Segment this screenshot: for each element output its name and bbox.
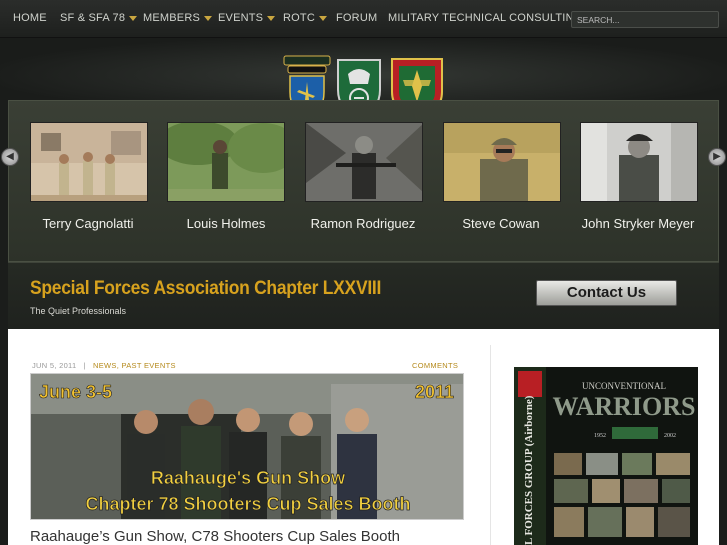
member-photo[interactable]: [167, 122, 285, 202]
chevron-down-icon: [267, 15, 276, 21]
member-photo[interactable]: [30, 122, 148, 202]
content-divider: [490, 345, 491, 545]
member-name[interactable]: John Stryker Meyer: [573, 215, 703, 232]
post-meta: JUN 5, 2011 | NEWS, PAST EVENTS: [32, 361, 176, 370]
nav-item-forum[interactable]: FORUM: [336, 12, 377, 24]
meta-separator: |: [83, 361, 86, 370]
member-photo-image: [444, 123, 560, 201]
ad-side-text: L FORCES GROUP (Airborne): [523, 395, 535, 545]
member-name[interactable]: Ramon Rodriguez: [298, 215, 428, 232]
arrow-right-icon[interactable]: ▶: [708, 148, 726, 166]
chevron-down-icon: [204, 15, 213, 21]
nav-label: SF & SFA 78: [60, 12, 126, 24]
member-photo[interactable]: [443, 122, 561, 202]
site-tagline: The Quiet Professionals: [30, 306, 127, 316]
member-name[interactable]: Louis Holmes: [161, 215, 291, 232]
ad-year-start: 1952: [594, 433, 606, 439]
nav-item-military-technical-consulting[interactable]: MILITARY TECHNICAL CONSULTING: [388, 12, 582, 24]
image-date-right: 2011: [415, 382, 454, 402]
chevron-down-icon: [129, 15, 138, 21]
nav-label: MILITARY TECHNICAL CONSULTING: [388, 12, 583, 24]
member-name[interactable]: Terry Cagnolatti: [23, 215, 153, 232]
nav-label: MEMBERS: [143, 12, 201, 24]
nav-item-sf-sfa78[interactable]: SF & SFA 78: [60, 12, 138, 24]
member-photo-image: [581, 123, 697, 201]
nav-label: FORUM: [336, 12, 378, 24]
unconventional-warriors-ad[interactable]: L FORCES GROUP (Airborne) UNCONVENTIONAL…: [514, 367, 698, 545]
post-featured-image[interactable]: June 3-5 2011 Raahauge's Gun Show Chapte…: [30, 373, 464, 520]
post-date: JUN 5, 2011: [32, 361, 77, 370]
comments-link[interactable]: COMMENTS: [412, 361, 458, 370]
search-input[interactable]: [571, 11, 719, 28]
post-title[interactable]: Raahauge’s Gun Show, C78 Shooters Cup Sa…: [30, 528, 400, 545]
member-name[interactable]: Steve Cowan: [436, 215, 566, 232]
member-photo-image: [168, 123, 284, 201]
ad-year-end: 2002: [664, 433, 676, 439]
site-title[interactable]: Special Forces Association Chapter LXXVI…: [30, 278, 381, 300]
nav-item-home[interactable]: HOME: [13, 12, 47, 24]
nav-item-events[interactable]: EVENTS: [218, 12, 276, 24]
image-caption-line2: Chapter 78 Shooters Cup Sales Booth: [85, 494, 410, 514]
member-photo-image: [306, 123, 422, 201]
member-photo[interactable]: [305, 122, 423, 202]
nav-label: EVENTS: [218, 12, 264, 24]
ad-heading-big: WARRIORS: [552, 392, 695, 421]
post-categories[interactable]: NEWS, PAST EVENTS: [93, 361, 176, 370]
contact-us-button[interactable]: Contact Us: [536, 280, 677, 306]
top-navigation: HOME SF & SFA 78 MEMBERS EVENTS ROTC FOR…: [0, 0, 727, 38]
image-date-left: June 3-5: [39, 382, 112, 402]
arrow-left-icon[interactable]: ◀: [1, 148, 19, 166]
gun-show-photo: June 3-5 2011 Raahauge's Gun Show Chapte…: [31, 374, 463, 519]
chevron-down-icon: [318, 15, 327, 21]
nav-label: ROTC: [283, 12, 315, 24]
nav-label: HOME: [13, 12, 47, 24]
ad-heading-small: UNCONVENTIONAL: [582, 381, 666, 391]
member-photo[interactable]: [580, 122, 698, 202]
image-caption-line1: Raahauge's Gun Show: [151, 468, 346, 488]
ad-image: L FORCES GROUP (Airborne) UNCONVENTIONAL…: [514, 367, 698, 545]
nav-item-members[interactable]: MEMBERS: [143, 12, 213, 24]
nav-item-rotc[interactable]: ROTC: [283, 12, 327, 24]
member-photo-image: [31, 123, 147, 201]
